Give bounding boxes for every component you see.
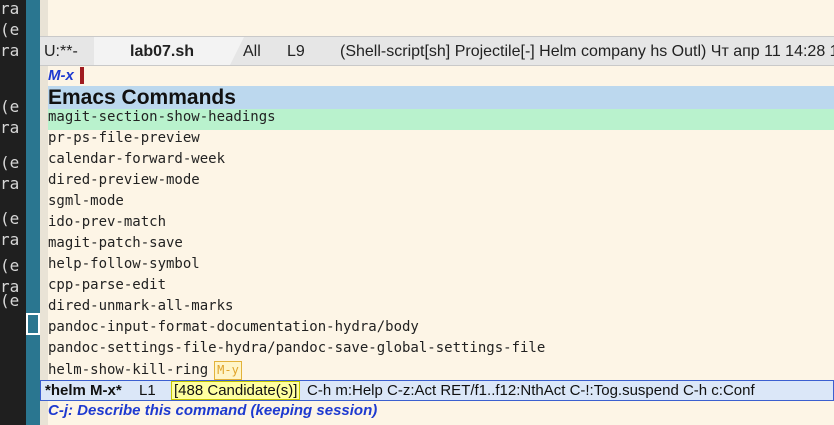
- candidate-label: magit-patch-save: [48, 235, 183, 251]
- buffer-text-area[interactable]: [40, 0, 834, 36]
- candidate-item[interactable]: pandoc-settings-file-hydra/pandoc-save-g…: [48, 340, 834, 361]
- candidate-label: pr-ps-file-preview: [48, 130, 200, 146]
- source-title: Emacs Commands: [48, 86, 236, 109]
- terminal-line: ra: [0, 174, 20, 193]
- candidate-item[interactable]: dired-unmark-all-marks: [48, 298, 834, 319]
- candidate-item[interactable]: cpp-parse-edit: [48, 277, 834, 298]
- terminal-line: (e: [0, 20, 20, 39]
- background-terminal: ra (e ra (e ra (e ra (e ra (e ra (e: [0, 0, 40, 425]
- candidate-item-selected[interactable]: magit-section-show-headings: [48, 109, 834, 130]
- terminal-line: (e: [0, 291, 20, 310]
- helm-keys-help: C-h m:Help C-z:Act RET/f1..f12:NthAct C-…: [307, 382, 755, 399]
- candidate-list: magit-section-show-headings pr-ps-file-p…: [48, 109, 834, 382]
- candidate-item[interactable]: help-follow-symbol: [48, 256, 834, 277]
- helm-line-number: L1: [139, 382, 156, 399]
- buffer-status: U:**-: [44, 43, 78, 60]
- candidate-item[interactable]: calendar-forward-week: [48, 151, 834, 172]
- terminal-line: ra: [0, 41, 20, 60]
- emacs-frame: U:**- lab07.sh All L9 (Shell-script[sh] …: [40, 0, 834, 425]
- terminal-line: ra: [0, 118, 20, 137]
- candidate-count-badge: [488 Candidate(s)]: [171, 381, 301, 400]
- candidate-label: magit-section-show-headings: [48, 109, 276, 125]
- text-cursor: [80, 67, 84, 84]
- candidate-label: pandoc-input-format-documentation-hydra/…: [48, 319, 419, 335]
- candidate-label: dired-unmark-all-marks: [48, 298, 234, 314]
- candidate-label: calendar-forward-week: [48, 151, 226, 167]
- candidate-item[interactable]: ido-prev-match: [48, 214, 834, 235]
- mode-list[interactable]: (Shell-script[sh] Projectile[-] Helm com…: [340, 43, 834, 61]
- candidate-label: helm-show-kill-ring: [48, 362, 209, 378]
- candidate-label: help-follow-symbol: [48, 256, 200, 272]
- candidate-item[interactable]: dired-preview-mode: [48, 172, 834, 193]
- echo-area-message: C-j: Describe this command (keeping sess…: [48, 402, 378, 419]
- line-number: L9: [287, 43, 305, 60]
- buffer-position: All: [243, 43, 261, 60]
- candidate-label: ido-prev-match: [48, 214, 167, 230]
- terminal-line: ra: [0, 0, 20, 18]
- candidate-label: dired-preview-mode: [48, 172, 200, 188]
- candidate-item[interactable]: helm-show-kill-ring M-y: [48, 361, 834, 382]
- candidate-item[interactable]: sgml-mode: [48, 193, 834, 214]
- mode-line[interactable]: U:**- lab07.sh All L9 (Shell-script[sh] …: [40, 36, 834, 66]
- buffer-name[interactable]: lab07.sh: [130, 43, 194, 61]
- candidate-item[interactable]: pr-ps-file-preview: [48, 130, 834, 151]
- candidate-label: pandoc-settings-file-hydra/pandoc-save-g…: [48, 340, 546, 356]
- mx-prompt: M-x: [48, 67, 74, 84]
- candidate-item[interactable]: pandoc-input-format-documentation-hydra/…: [48, 319, 834, 340]
- helm-mode-line: *helm M-x* L1 [488 Candidate(s)] C-h m:H…: [40, 380, 834, 401]
- powerline-separator: [230, 37, 244, 65]
- candidate-label: sgml-mode: [48, 193, 124, 209]
- terminal-line: (e: [0, 209, 20, 228]
- keybinding-badge: M-y: [214, 361, 242, 380]
- terminal-line: (e: [0, 153, 20, 172]
- terminal-line: (e: [0, 256, 20, 275]
- candidate-item[interactable]: magit-patch-save: [48, 235, 834, 256]
- helm-buffer-name: *helm M-x*: [45, 382, 122, 399]
- terminal-line: (e: [0, 97, 20, 116]
- terminal-cursor: [26, 313, 40, 335]
- helm-prompt-line[interactable]: M-x: [48, 66, 834, 86]
- helm-source-header: Emacs Commands: [48, 86, 834, 109]
- candidate-label: cpp-parse-edit: [48, 277, 167, 293]
- terminal-line: ra: [0, 230, 20, 249]
